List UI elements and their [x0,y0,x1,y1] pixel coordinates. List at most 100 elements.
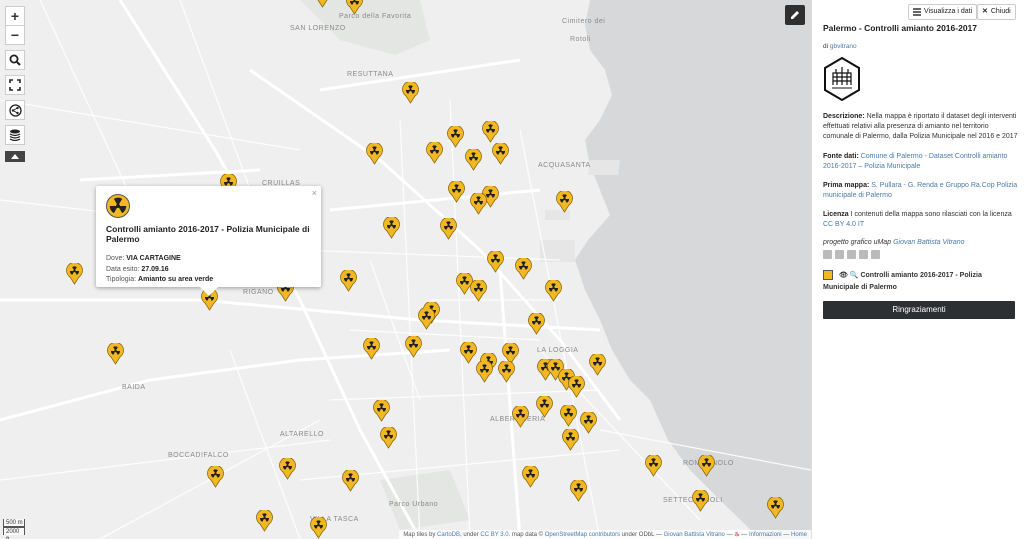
ccby-link[interactable]: CC BY 3.0 [480,532,508,538]
radiation-marker-icon[interactable] [692,490,709,512]
map-canvas[interactable]: Parco della Favorita SAN LORENZO Cimiter… [0,0,811,539]
thanks-button[interactable]: Ringraziamenti [823,301,1015,319]
radiation-marker-icon[interactable] [589,354,606,376]
author-link[interactable]: Giovan Battista Vitrano [664,532,725,538]
radiation-marker-icon[interactable] [515,258,532,280]
place-label: RIGANO [243,289,274,296]
radiation-marker-icon[interactable] [402,82,419,104]
popup-close-button[interactable]: × [312,188,317,198]
carto-link[interactable]: CartoDB [437,532,460,538]
search-button[interactable] [5,50,25,70]
home-link[interactable]: Home [791,532,807,538]
radiation-marker-icon[interactable] [645,455,662,477]
radiation-marker-icon[interactable] [522,466,539,488]
radiation-marker-icon[interactable] [545,280,562,302]
view-data-button[interactable]: Visualizza i dati [908,4,978,20]
radiation-marker-icon[interactable] [279,458,296,480]
table-icon [913,8,921,16]
radiation-marker-icon[interactable] [498,361,515,383]
radiation-marker-icon[interactable] [314,0,331,8]
radiation-marker-icon[interactable] [528,313,545,335]
side-panel: Visualizza i dati ✕ Chiudi Palermo - Con… [811,0,1024,539]
attrib-mapdata: . map data © [508,532,544,538]
twitter-icon[interactable] [835,250,844,259]
edit-map-button[interactable] [785,5,805,25]
radiation-marker-icon[interactable] [560,405,577,427]
radiation-marker-icon[interactable] [440,218,457,240]
radiation-marker-icon[interactable] [460,342,477,364]
eye-icon[interactable]: 👁 [839,272,848,279]
author-user-link[interactable]: gbvitrano [830,43,857,50]
radiation-marker-icon[interactable] [492,143,509,165]
layer-item[interactable]: 👁 🔍 Controlli amianto 2016-2017 - Polizi… [823,270,1018,294]
radiation-marker-icon[interactable] [418,308,435,330]
email-icon[interactable] [847,250,856,259]
radiation-marker-icon[interactable] [107,343,124,365]
radiation-marker-icon[interactable] [465,149,482,171]
fullscreen-button[interactable] [5,75,25,95]
zoom-out-label: − [10,27,20,43]
radiation-marker-icon[interactable] [570,480,587,502]
embed-icon[interactable] [823,250,832,259]
first-map-label: Prima mappa: [823,182,870,189]
radiation-marker-icon[interactable] [448,181,465,203]
scale-bar: 500 m 2000 ft [3,519,25,539]
radiation-marker-icon[interactable] [512,406,529,428]
radiation-marker-icon[interactable] [426,142,443,164]
close-panel-button[interactable]: ✕ Chiudi [977,4,1016,20]
radiation-marker-icon[interactable] [66,263,83,285]
radiation-marker-icon[interactable] [562,429,579,451]
radiation-marker-icon[interactable] [767,497,784,519]
radiation-marker-icon[interactable] [556,191,573,213]
credits-text: progetto grafico uMap [823,239,892,246]
radiation-marker-icon[interactable] [310,517,327,539]
place-label: BAIDA [122,384,146,391]
facebook-icon[interactable] [871,250,880,259]
description-block: Descrizione: Nella mappa è riportato il … [823,112,1018,142]
radiation-marker-icon[interactable] [366,143,383,165]
radiation-marker-icon[interactable] [340,270,357,292]
radiation-marker-icon[interactable] [380,427,397,449]
radiation-marker-icon[interactable] [470,280,487,302]
radiation-marker-icon[interactable] [536,396,553,418]
author-line: di gbvitrano [823,42,857,52]
radiation-marker-icon[interactable] [580,412,597,434]
license-link[interactable]: CC BY 4.0 IT [823,221,864,228]
radiation-marker-icon[interactable] [405,336,422,358]
attrib-under1: , under [460,532,479,538]
radiation-marker-icon[interactable] [383,217,400,239]
data-value: 27.09.16 [141,265,169,273]
first-map-block: Prima mappa: S. Pullara - G. Renda e Gru… [823,181,1018,201]
credits-block: progetto grafico uMap Giovan Battista Vi… [823,238,1018,248]
zoom-in-button[interactable]: + [5,6,25,26]
osm-link[interactable]: OpenStreetMap contributors [545,532,620,538]
radiation-marker-icon[interactable] [698,455,715,477]
radiation-marker-icon[interactable] [207,466,224,488]
zoom-in-label: + [10,8,20,24]
park-orleans [380,470,470,530]
popup-row-tipo: Tipologia: Amianto su area verde [106,275,311,286]
place-label: SAN LORENZO [290,25,346,32]
radiation-marker-icon[interactable] [342,470,359,492]
zoom-out-button[interactable]: − [5,25,25,45]
radiation-marker-icon[interactable] [447,126,464,148]
attribution-bar: Map tiles by CartoDB, under CC BY 3.0. m… [399,530,811,539]
layers-button[interactable] [5,125,25,145]
info-link[interactable]: Informazioni [749,532,782,538]
radiation-marker-icon[interactable] [470,193,487,215]
share-button[interactable] [5,100,25,120]
radiation-marker-icon[interactable] [476,361,493,383]
radiation-marker-icon[interactable] [256,510,273,532]
radiation-marker-icon[interactable] [346,0,363,15]
radiation-marker-icon[interactable] [373,400,390,422]
radiation-marker-icon[interactable] [487,251,504,273]
credits-link[interactable]: Giovan Battista Vitrano [893,239,964,246]
tipo-value: Amianto su area verde [138,276,214,283]
radiation-marker-icon[interactable] [482,121,499,143]
toggle-controls-button[interactable] [5,151,25,162]
place-label: ALTARELLO [280,431,324,438]
zoom-layer-icon[interactable]: 🔍 [850,272,859,279]
print-icon[interactable] [859,250,868,259]
radiation-marker-icon[interactable] [363,338,380,360]
radiation-marker-icon[interactable] [568,376,585,398]
